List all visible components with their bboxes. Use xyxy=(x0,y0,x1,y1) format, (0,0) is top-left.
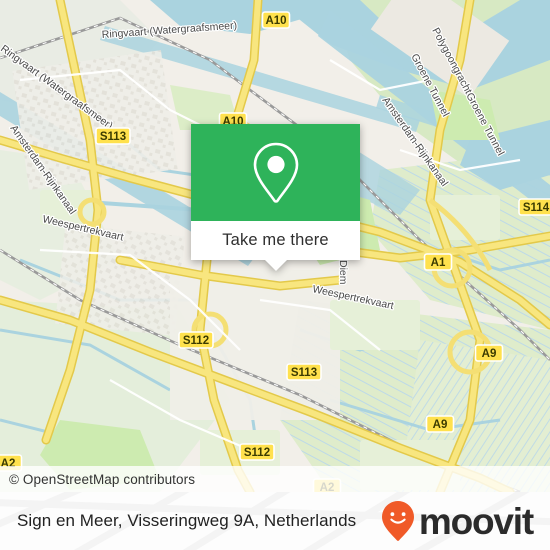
callout-header xyxy=(191,124,360,221)
osm-attribution-text: © OpenStreetMap contributors xyxy=(9,471,196,487)
moovit-map-page: Ringvaart (Watergraafsmeer) Ringvaart (Wa… xyxy=(0,0,550,550)
take-me-there-button[interactable]: Take me there xyxy=(222,231,329,250)
highway-shield: S113 xyxy=(286,363,322,381)
location-address: Sign en Meer, Visseringweg 9A, Netherlan… xyxy=(17,511,357,530)
highway-shield: A10 xyxy=(261,11,291,29)
highway-shield-label: A9 xyxy=(482,348,497,360)
map-road-label: Diem xyxy=(337,260,349,285)
callout-footer[interactable]: Take me there xyxy=(191,221,360,260)
map-pin-icon xyxy=(253,142,298,203)
highway-shield-label: A1 xyxy=(431,257,446,269)
highway-shield: A1 xyxy=(423,253,453,271)
moovit-wordmark: moovit xyxy=(418,500,534,542)
highway-shield-label: S113 xyxy=(291,367,317,379)
highway-shield-label: S114 xyxy=(523,202,550,214)
highway-shield: A9 xyxy=(474,344,504,362)
highway-shield: S113 xyxy=(95,127,131,145)
highway-shield: S114 xyxy=(518,198,550,216)
callout-pointer xyxy=(264,260,287,271)
highway-shield-label: S113 xyxy=(100,131,126,143)
moovit-pin-smiley-icon xyxy=(381,501,414,541)
highway-shield: S112 xyxy=(178,331,214,349)
highway-shield-label: A9 xyxy=(433,419,448,431)
highway-shield-label: S112 xyxy=(183,335,209,347)
location-callout-card[interactable]: Take me there xyxy=(191,124,360,271)
osm-attribution: © OpenStreetMap contributors xyxy=(0,466,550,492)
highway-shield-label: A10 xyxy=(265,15,286,27)
highway-shield: A9 xyxy=(425,415,455,433)
highway-shield: S112 xyxy=(239,443,275,461)
moovit-brand[interactable]: moovit xyxy=(381,500,534,542)
highway-shield-label: S112 xyxy=(244,447,270,459)
footer-bar: Sign en Meer, Visseringweg 9A, Netherlan… xyxy=(0,492,550,550)
